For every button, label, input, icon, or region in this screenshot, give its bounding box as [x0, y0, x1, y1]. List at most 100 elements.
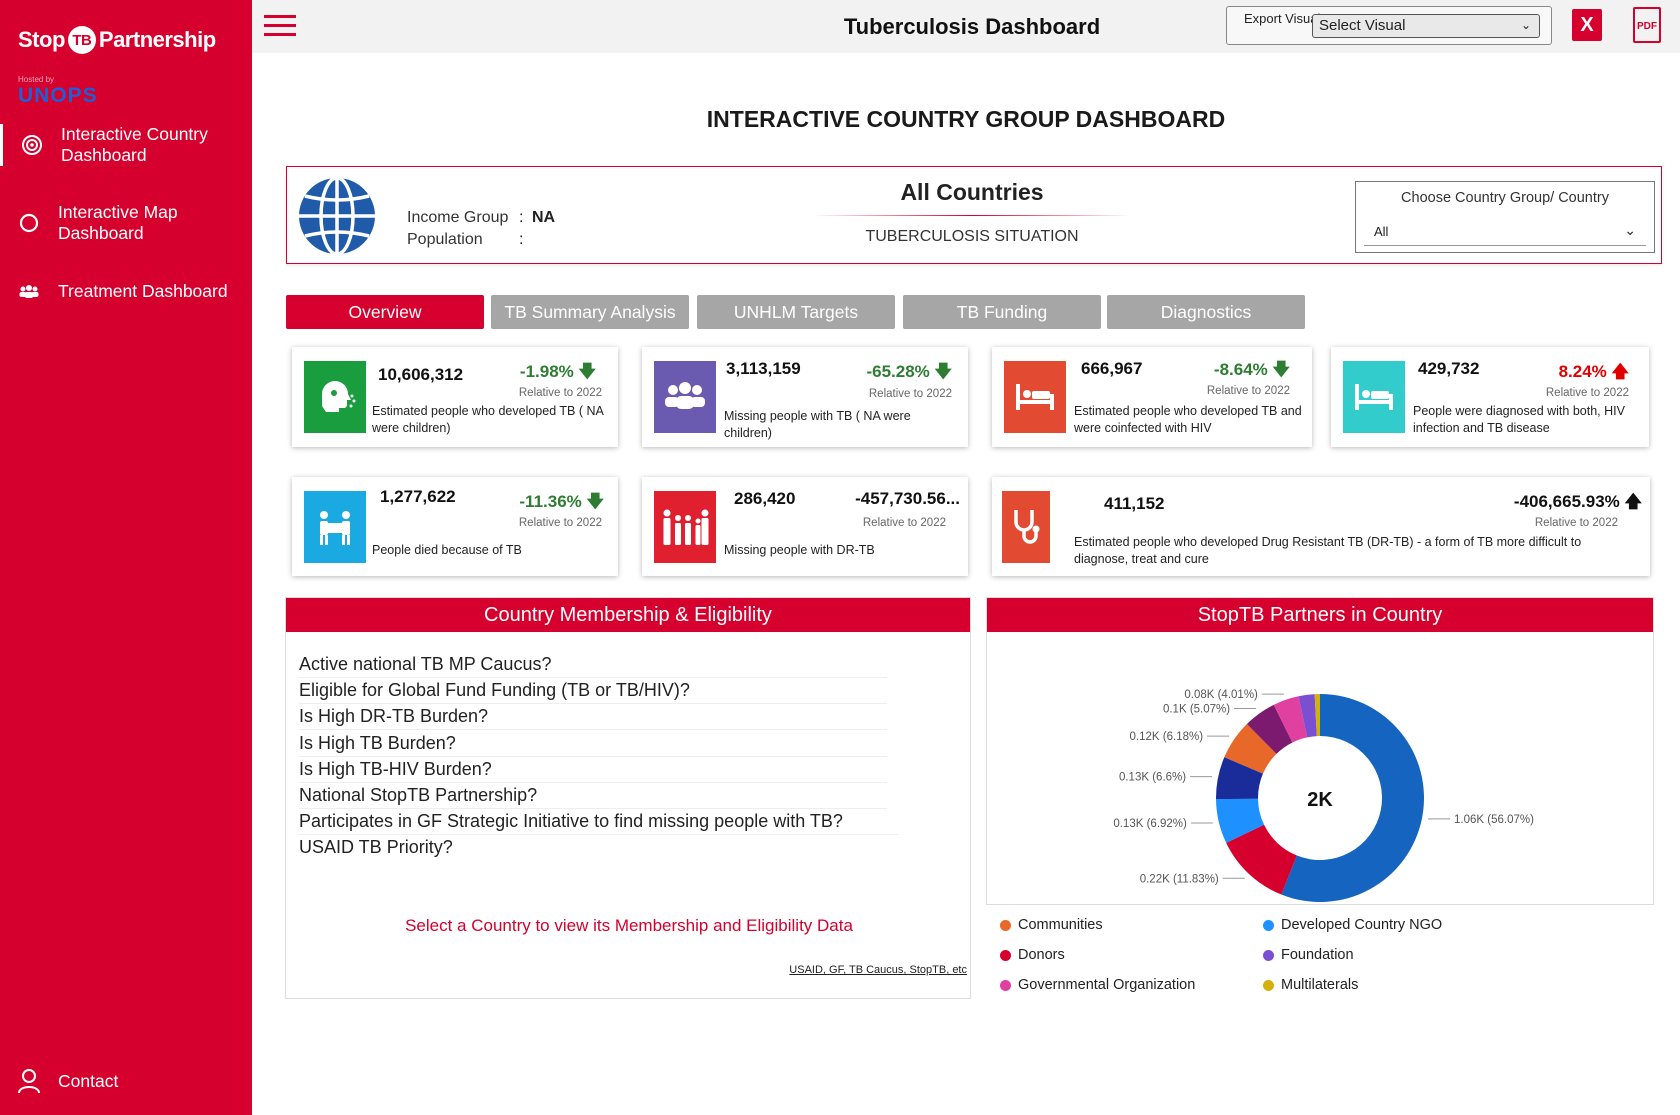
legend-item[interactable]: Foundation [1263, 947, 1354, 963]
people-icon [0, 283, 58, 301]
legend-label: Foundation [1281, 947, 1354, 963]
coffin-bearers-icon [304, 491, 366, 563]
kpi-relative-label: Relative to 2022 [518, 517, 602, 529]
pdf-export-icon[interactable]: PDF [1633, 7, 1661, 43]
kpi-description: Missing people with TB ( NA were childre… [724, 409, 911, 440]
partners-donut-chart: 1.06K (56.07%) 0.22K (11.83%) 0.13K (6.92%… [1113, 689, 1534, 902]
kpi-change: -457,730.56... [855, 489, 960, 509]
kpi-value: 666,967 [1081, 359, 1143, 378]
arrow-down-icon: 🡇 [578, 362, 596, 381]
nav-label: Interactive Country Dashboard [61, 124, 208, 165]
legend-item[interactable]: Multilaterals [1263, 977, 1358, 993]
bed-icon [1004, 361, 1066, 433]
kpi-change: -406,665.93% 🡅 [1514, 489, 1642, 518]
kpi-card-hiv-tb-diagnosed[interactable]: 429,732 8.24% 🡅 Relative to 2022 People … [1331, 347, 1649, 447]
nav-item-map-dashboard[interactable]: Interactive Map Dashboard [0, 202, 252, 244]
tab-tb-funding[interactable]: TB Funding [903, 295, 1101, 329]
legend-item[interactable]: Governmental Organization [1000, 977, 1195, 993]
legend-swatch [1000, 949, 1011, 961]
choose-country-filter: Choose Country Group/ Country All ⌄ [1355, 181, 1655, 253]
legend-swatch [1263, 979, 1274, 991]
kpi-card-missing-dr-tb[interactable]: 286,420 -457,730.56... Relative to 2022 … [642, 477, 968, 576]
legend-swatch [1000, 979, 1011, 991]
stop-tb-logo[interactable]: Stop TB Partnership [18, 26, 216, 54]
kpi-card-tb-deaths[interactable]: 1,277,622 -11.36% 🡇 Relative to 2022 Peo… [292, 477, 618, 576]
legend-label: Communities [1018, 917, 1103, 933]
legend-item[interactable]: Donors [1000, 947, 1065, 963]
nav-label: Treatment Dashboard [58, 281, 228, 301]
population-label: Population [407, 231, 483, 248]
contact-label: Contact [58, 1070, 119, 1091]
membership-panel: Country Membership & Eligibility Active … [285, 597, 971, 999]
legend-swatch [1263, 949, 1274, 961]
nav-item-country-dashboard[interactable]: Interactive Country Dashboard [0, 124, 252, 166]
kpi-description: Estimated people who developed Drug Resi… [1074, 535, 1582, 566]
arrow-down-icon: 🡇 [586, 492, 604, 511]
group-icon [654, 361, 716, 433]
title-divider [812, 215, 1132, 216]
family-icon [654, 491, 716, 563]
partners-panel-title: StopTB Partners in Country [987, 598, 1653, 632]
kpi-change: -11.36% 🡇 [519, 489, 604, 518]
legend-label: Governmental Organization [1018, 977, 1196, 993]
tab-diagnostics[interactable]: Diagnostics [1107, 295, 1305, 329]
kpi-value: 1,277,622 [380, 487, 456, 506]
kpi-description: People were diagnosed with both, HIV inf… [1413, 404, 1625, 435]
membership-question: Active national TB MP Caucus? [299, 654, 887, 678]
country-title: All Countries [900, 179, 1044, 205]
situation-label: TUBERCULOSIS SITUATION [865, 228, 1079, 245]
legend-item[interactable]: Communities [1000, 917, 1103, 933]
kpi-change: -1.98% 🡇 [520, 359, 596, 388]
kpi-change-value: 8.24% [1558, 362, 1607, 381]
kpi-card-tb-hiv-coinfected[interactable]: 666,967 -8.64% 🡇 Relative to 2022 Estima… [992, 347, 1312, 447]
tab-unhlm-targets[interactable]: UNHLM Targets [697, 295, 895, 329]
top-bar: Tuberculosis Dashboard Export Visuals: S… [252, 0, 1680, 53]
kpi-relative-label: Relative to 2022 [1545, 387, 1629, 399]
kpi-relative-label: Relative to 2022 [1534, 517, 1618, 529]
logo-tb-badge: TB [67, 26, 96, 54]
kpi-relative-label: Relative to 2022 [862, 517, 946, 529]
kpi-value: 3,113,159 [726, 359, 801, 378]
kpi-change-value: -1.98% [519, 362, 574, 381]
hosted-by-label: Hosted by [18, 75, 55, 84]
page-title: INTERACTIVE COUNTRY GROUP DASHBOARD [706, 106, 1226, 132]
tab-tb-summary-analysis[interactable]: TB Summary Analysis [491, 295, 689, 329]
kpi-change: -8.64% 🡇 [1214, 357, 1290, 386]
membership-question: Eligible for Global Fund Funding (TB or … [299, 680, 887, 704]
kpi-description: Estimated people who developed TB and we… [1074, 404, 1302, 435]
membership-panel-title: Country Membership & Eligibility [286, 598, 970, 632]
arrow-up-icon: 🡅 [1611, 362, 1629, 381]
kpi-card-missing-tb[interactable]: 3,113,159 -65.28% 🡇 Relative to 2022 Mis… [642, 347, 968, 447]
donut-data-label: 0.13K (6.92%) [1113, 818, 1187, 830]
tab-overview[interactable]: Overview [286, 295, 484, 329]
select-visual-dropdown[interactable]: Select Visual ⌄ [1312, 14, 1540, 38]
country-info-box: Income Group : NA Population : All Count… [286, 166, 1662, 264]
chart-legend: Communities Developed Country NGO Donors Fo… [986, 904, 1654, 1000]
legend-label: Donors [1018, 947, 1065, 963]
country-group-dropdown[interactable]: All ⌄ [1364, 216, 1646, 246]
donut-data-label: 0.1K (5.07%) [1163, 703, 1230, 715]
kpi-description: Estimated people who developed TB ( NA w… [372, 404, 604, 435]
kpi-change-value: -8.64% [1213, 360, 1268, 379]
donut-data-label: 0.22K (11.83%) [1140, 873, 1219, 885]
income-group-value: NA [532, 209, 556, 226]
kpi-change: 8.24% 🡅 [1559, 359, 1629, 388]
sidebar: Stop TB Partnership Hosted by UNOPS Inte… [0, 0, 252, 1115]
sources-link[interactable]: USAID, GF, TB Caucus, StopTB, etc [789, 964, 967, 976]
kpi-card-drug-resistant-tb[interactable]: 411,152 -406,665.93% 🡅 Relative to 2022 … [992, 477, 1650, 576]
nav-label: Interactive Map Dashboard [58, 202, 178, 243]
nav-item-contact[interactable]: Contact [0, 1068, 252, 1094]
kpi-card-estimated-tb[interactable]: 10,606,312 -1.98% 🡇 Relative to 2022 Est… [292, 347, 618, 447]
legend-swatch [1000, 919, 1011, 931]
excel-export-icon[interactable]: X [1572, 9, 1602, 41]
map-pin-icon [0, 212, 58, 234]
donut-data-label: 1.06K (56.07%) [1454, 814, 1534, 826]
membership-question: Is High TB Burden? [299, 733, 887, 757]
arrow-down-icon: 🡇 [934, 362, 952, 381]
legend-item[interactable]: Developed Country NGO [1263, 917, 1442, 933]
logo-text-stop: Stop [18, 27, 65, 52]
partners-panel: StopTB Partners in Country 1.06K (56.07%… [986, 597, 1654, 904]
membership-question: USAID TB Priority? [299, 837, 453, 857]
arrow-up-icon: 🡅 [1624, 492, 1642, 511]
nav-item-treatment-dashboard[interactable]: Treatment Dashboard [0, 281, 252, 302]
